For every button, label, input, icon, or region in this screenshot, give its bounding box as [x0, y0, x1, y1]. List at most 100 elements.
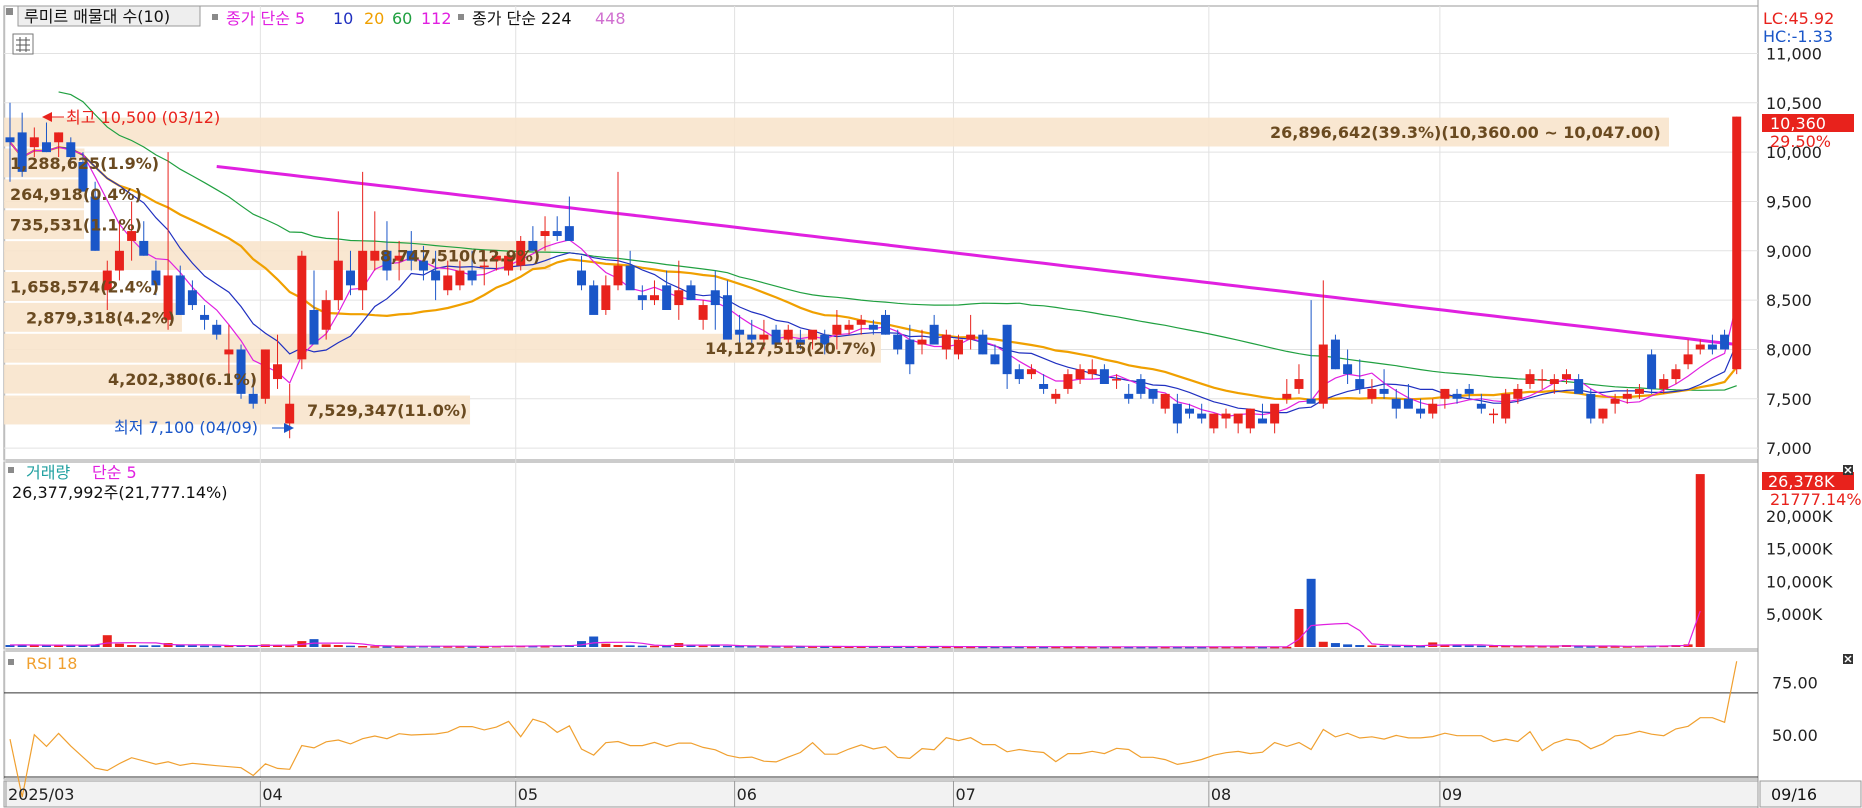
- candle-body: [1136, 379, 1146, 394]
- candle-body: [941, 334, 951, 350]
- volume-profile-label[interactable]: 루미르 매물대 수(10): [24, 7, 170, 26]
- ma-period-10[interactable]: 10: [333, 9, 353, 28]
- volume-bar: [698, 645, 708, 648]
- volume-ma-label[interactable]: 단순 5: [92, 463, 137, 482]
- volume-bar: [345, 645, 355, 648]
- candle-body: [1525, 374, 1535, 384]
- candle-body: [1172, 403, 1182, 424]
- candle-body: [1464, 388, 1474, 394]
- candle-body: [1355, 379, 1365, 389]
- candle-body: [1221, 413, 1231, 419]
- volume-current-pct: 21777.14%: [1770, 490, 1862, 509]
- volume-bar: [1343, 644, 1353, 647]
- volume-bar: [1452, 645, 1462, 647]
- candle-body: [479, 265, 489, 268]
- ma-period-20[interactable]: 20: [364, 9, 384, 28]
- high-note: 최고 10,500 (03/12): [66, 108, 220, 127]
- ma2-period-448[interactable]: 448: [595, 9, 626, 28]
- candle-body: [1598, 408, 1608, 419]
- candle-body: [649, 295, 659, 301]
- candle-body: [1489, 413, 1499, 416]
- candle-body: [321, 300, 331, 330]
- candle-body: [929, 324, 939, 345]
- candle-body: [333, 260, 343, 301]
- ma-label[interactable]: 종가 단순 5: [226, 9, 305, 28]
- volume-current: 26,378K: [1768, 472, 1835, 491]
- candle-body: [698, 305, 708, 320]
- x-tick-label: 06: [737, 785, 757, 804]
- low-note: 최저 7,100 (04/09): [114, 418, 258, 437]
- x-tick-label: 09: [1442, 785, 1462, 804]
- candle-body: [674, 290, 684, 306]
- rsi-title[interactable]: RSI 18: [26, 654, 77, 673]
- price-tick-label: 8,000: [1766, 340, 1812, 359]
- ma2-legend-icon: [458, 14, 464, 20]
- rsi-line: [4, 661, 1758, 798]
- candle-body: [893, 334, 903, 350]
- candle-body: [808, 329, 818, 340]
- price-tick-label: 8,500: [1766, 291, 1812, 310]
- candle-body: [1367, 388, 1377, 399]
- candle-body: [625, 265, 635, 291]
- candle-body: [540, 231, 550, 236]
- candle-body: [1549, 379, 1559, 384]
- volume-profile-label: 735,531(1.1%): [10, 216, 142, 235]
- candle-body: [29, 137, 39, 148]
- candle-body: [552, 231, 562, 236]
- price-tick-label: 9,500: [1766, 192, 1812, 211]
- candle-body: [1610, 398, 1620, 404]
- x-tick-label: 04: [262, 785, 282, 804]
- candle-body: [5, 137, 15, 143]
- candle-body: [990, 354, 1000, 365]
- ma2-label[interactable]: 종가 단순 224: [472, 9, 572, 28]
- candle-body: [1294, 379, 1304, 389]
- ma-legend-icon: [212, 14, 218, 20]
- candle-body: [1257, 418, 1267, 424]
- volume-tick-label: 20,000K: [1766, 507, 1833, 526]
- volume-bar: [321, 644, 331, 647]
- calendar-icon[interactable]: [12, 33, 34, 55]
- candle-body: [966, 334, 976, 340]
- volume-bar: [114, 643, 124, 647]
- legend-toggle-icon[interactable]: [6, 8, 13, 15]
- volume-bar: [358, 646, 368, 648]
- candle-body: [224, 349, 234, 355]
- candle-body: [1209, 413, 1219, 429]
- volume-tick-label: 10,000K: [1766, 572, 1833, 591]
- candle-body: [1379, 388, 1389, 394]
- volume-bar: [613, 645, 623, 647]
- current-price: 10,360: [1770, 114, 1826, 133]
- volume-bar: [212, 645, 222, 648]
- candle-body: [564, 226, 574, 241]
- ma-period-112[interactable]: 112: [421, 9, 452, 28]
- volume-bar: [382, 646, 392, 648]
- volume-bar: [1355, 645, 1365, 647]
- candle-body: [1586, 393, 1596, 419]
- volume-tick-label: 15,000K: [1766, 540, 1833, 559]
- volume-bar: [1476, 645, 1486, 648]
- hc-readout: HC:-1.33: [1763, 27, 1833, 46]
- candle-body: [467, 270, 477, 281]
- candle-body: [881, 314, 891, 335]
- candlesticks: [5, 102, 1742, 439]
- volume-bar: [625, 645, 635, 647]
- volume-profile-label: 2,879,318(4.2%): [26, 308, 175, 327]
- volume-bar: [333, 645, 343, 647]
- candle-body: [1245, 408, 1255, 429]
- candle-body: [1148, 388, 1158, 399]
- volume-readout: 26,377,992주(21,777.14%): [12, 483, 227, 502]
- x-tick-label: 2025/03: [8, 785, 74, 804]
- candle-body: [1707, 344, 1717, 350]
- volume-title[interactable]: 거래량: [26, 463, 70, 482]
- candle-body: [1403, 398, 1413, 409]
- candle-body: [917, 339, 927, 345]
- candle-body: [686, 285, 696, 301]
- volume-bar: [1391, 645, 1401, 648]
- volume-profile-label: 264,918(0.4%): [10, 185, 142, 204]
- candle-body: [1270, 403, 1280, 424]
- volume-bar: [722, 645, 732, 648]
- candle-body: [1537, 379, 1547, 381]
- rsi-tick-label: 50.00: [1772, 726, 1818, 745]
- candle-body: [1063, 374, 1073, 389]
- ma-period-60[interactable]: 60: [392, 9, 412, 28]
